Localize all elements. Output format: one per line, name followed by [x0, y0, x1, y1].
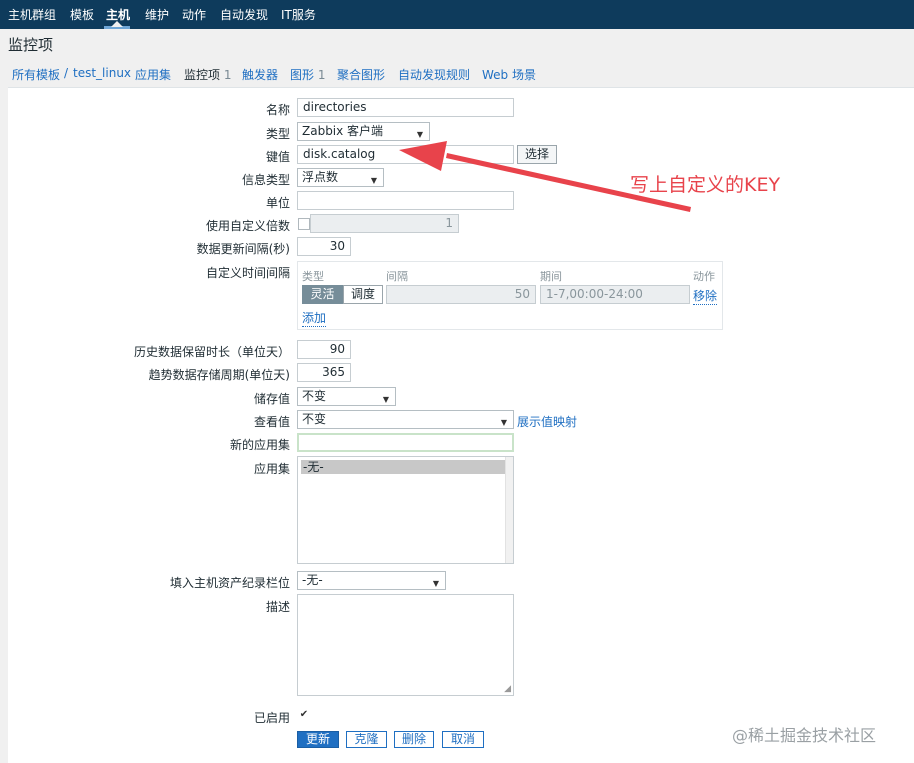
watermark: @稀土掘金技术社区: [732, 726, 877, 745]
trends-label: 趋势数据存储周期(单位天): [148, 368, 290, 382]
multiplier-checkbox[interactable]: [298, 218, 310, 230]
tab-applications[interactable]: 应用集: [135, 66, 171, 83]
delay-input[interactable]: 30: [297, 237, 351, 256]
key-select-button[interactable]: 选择: [517, 145, 557, 164]
multiplier-label: 使用自定义倍数: [205, 219, 290, 233]
nav-maintenance[interactable]: 维护: [145, 8, 169, 22]
update-button[interactable]: 更新: [297, 731, 339, 748]
interval-remove-link[interactable]: 移除: [693, 287, 718, 305]
history-input[interactable]: 90: [297, 340, 351, 359]
name-label: 名称: [265, 103, 290, 117]
nav-templates[interactable]: 模板: [70, 8, 94, 22]
show-value-label: 查看值: [253, 415, 290, 429]
tab-items-label: 监控项: [184, 68, 221, 82]
key-label: 键值: [265, 150, 290, 164]
tab-items[interactable]: 监控项 1: [184, 66, 231, 83]
applications-listbox[interactable]: -无-: [297, 456, 514, 564]
cancel-button[interactable]: 取消: [442, 731, 484, 748]
units-label: 单位: [265, 196, 290, 210]
store-value-label: 储存值: [253, 392, 290, 406]
intervals-header-interval: 间隔: [386, 270, 408, 283]
show-value-select[interactable]: 不变 ▼: [297, 410, 514, 429]
value-type-select-value: 浮点数: [302, 170, 339, 184]
breadcrumb-all-templates[interactable]: 所有模板: [12, 66, 60, 83]
chevron-down-icon: ▼: [432, 579, 439, 588]
resize-grip-icon[interactable]: ◢: [504, 684, 511, 694]
nav-host-groups[interactable]: 主机群组: [8, 8, 56, 22]
tab-discovery-rules[interactable]: 自动发现规则: [398, 66, 470, 83]
page-title: 监控项: [8, 36, 54, 54]
breadcrumb-separator: /: [64, 66, 69, 80]
interval-mode-scheduling[interactable]: 调度: [343, 285, 383, 304]
chevron-down-icon: ▼: [416, 130, 423, 139]
intervals-header-period: 期间: [540, 270, 562, 283]
key-input[interactable]: disk.catalog: [297, 145, 514, 164]
history-label: 历史数据保留时长（单位天）: [133, 345, 290, 359]
value-type-label: 信息类型: [241, 173, 290, 187]
active-nav-caret: [111, 21, 123, 27]
tab-graphs-label: 图形: [290, 68, 315, 82]
tab-triggers[interactable]: 触发器: [242, 66, 278, 83]
value-type-select[interactable]: 浮点数 ▼: [297, 168, 384, 187]
chevron-down-icon: ▼: [500, 418, 507, 427]
annotation-text: 写上自定义的KEY: [630, 174, 781, 196]
nav-it-services[interactable]: IT服务: [281, 8, 316, 22]
tab-items-count: 1: [223, 68, 232, 82]
show-value-select-value: 不变: [302, 412, 327, 426]
enabled-checkbox[interactable]: ✔: [298, 710, 310, 722]
chevron-down-icon: ▼: [370, 176, 377, 185]
custom-intervals-table: 类型 间隔 期间 动作 灵活 调度 50 1-7,00:00-24:00 移除 …: [297, 261, 723, 330]
nav-hosts[interactable]: 主机: [106, 8, 130, 22]
new-application-input[interactable]: [297, 433, 514, 452]
name-input[interactable]: directories: [297, 98, 514, 117]
new-application-label: 新的应用集: [229, 438, 290, 452]
inventory-label: 填入主机资产纪录栏位: [169, 576, 290, 590]
trends-input[interactable]: 365: [297, 363, 351, 382]
interval-add-link[interactable]: 添加: [302, 309, 327, 327]
tab-web-scenarios[interactable]: Web 场景: [482, 66, 536, 83]
top-navigation: 主机群组 模板 主机 维护 动作 自动发现 IT服务: [0, 0, 914, 29]
intervals-header-type: 类型: [302, 270, 324, 283]
interval-value-input[interactable]: 50: [386, 285, 536, 304]
intervals-header-action: 动作: [693, 270, 715, 283]
description-textarea[interactable]: ◢: [297, 594, 514, 696]
type-select[interactable]: Zabbix 客户端 ▼: [297, 122, 430, 141]
custom-intervals-label: 自定义时间间隔: [205, 266, 290, 280]
interval-period-input[interactable]: 1-7,00:00-24:00: [540, 285, 690, 304]
multiplier-input: 1: [310, 214, 459, 233]
breadcrumb-tabs: 所有模板 / test_linux 应用集 监控项 1 触发器 图形 1 聚合图…: [0, 60, 914, 87]
listbox-scrollbar[interactable]: [505, 457, 513, 563]
chevron-down-icon: ▼: [382, 395, 389, 404]
value-mapping-link[interactable]: 展示值映射: [517, 413, 577, 430]
description-label: 描述: [265, 600, 290, 614]
clone-button[interactable]: 克隆: [346, 731, 387, 748]
type-select-value: Zabbix 客户端: [302, 124, 384, 138]
inventory-select[interactable]: -无- ▼: [297, 571, 446, 590]
list-item[interactable]: -无-: [301, 460, 505, 474]
nav-actions[interactable]: 动作: [182, 8, 206, 22]
checkmark-icon: ✔: [299, 709, 309, 720]
tab-graphs[interactable]: 图形 1: [290, 66, 325, 83]
store-value-select[interactable]: 不变 ▼: [297, 387, 396, 406]
units-input[interactable]: [297, 191, 514, 210]
store-value-select-value: 不变: [302, 389, 327, 403]
tab-graphs-count: 1: [317, 68, 326, 82]
enabled-label: 已启用: [253, 711, 290, 725]
nav-discovery[interactable]: 自动发现: [220, 8, 268, 22]
delete-button[interactable]: 删除: [394, 731, 434, 748]
inventory-select-value: -无-: [302, 573, 323, 587]
tab-screens[interactable]: 聚合图形: [337, 66, 385, 83]
breadcrumb-host[interactable]: test_linux: [73, 66, 131, 80]
delay-label: 数据更新间隔(秒): [196, 242, 290, 256]
applications-label: 应用集: [253, 462, 290, 476]
interval-mode-flexible[interactable]: 灵活: [302, 285, 343, 304]
type-label: 类型: [265, 127, 290, 141]
